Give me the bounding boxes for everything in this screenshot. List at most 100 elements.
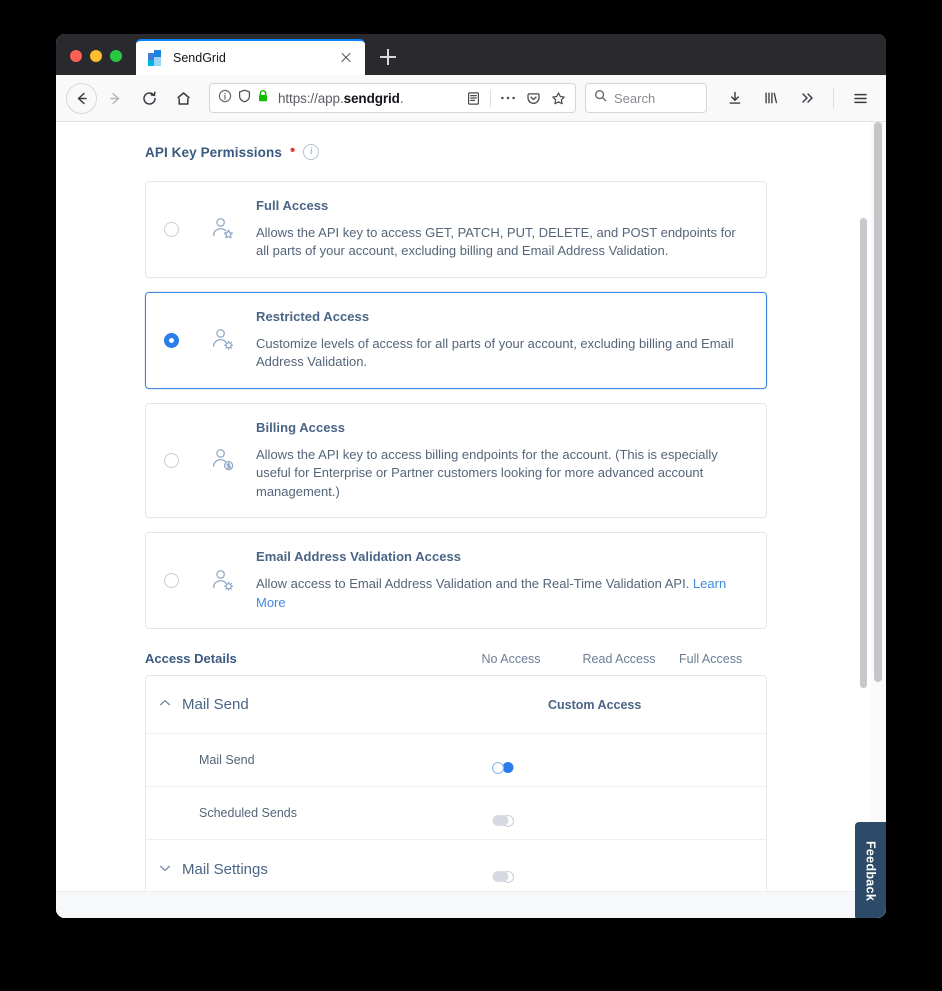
access-row-scheduled-sends: Scheduled Sends — [146, 787, 766, 841]
access-details-title: Access Details — [145, 651, 237, 667]
slider-stop-no-access[interactable] — [502, 762, 514, 774]
access-group-label: Mail Send — [182, 696, 249, 714]
permission-card-list: Full Access Allows the API key to access… — [145, 181, 767, 630]
tab-strip: SendGrid — [56, 34, 886, 75]
url-bar-actions — [462, 86, 569, 110]
feedback-tab-button[interactable]: Feedback — [855, 822, 886, 918]
radio-wrapper[interactable] — [164, 452, 210, 468]
card-description: Customize levels of access for all parts… — [256, 335, 734, 370]
downloads-arrow-icon[interactable] — [719, 82, 751, 114]
bookmark-star-icon[interactable] — [547, 86, 569, 110]
reload-icon[interactable] — [133, 82, 165, 114]
close-window-button[interactable] — [70, 50, 82, 62]
access-group-label: Mail Settings — [182, 860, 268, 878]
search-bar[interactable]: Search — [585, 83, 707, 113]
access-level-column-headers: No Access Read Access Full Access — [457, 652, 767, 666]
card-title: Billing Access — [256, 419, 346, 435]
page-content: API Key Permissions • i Full Access Allo… — [56, 122, 886, 918]
content-scrollbar-thumb[interactable] — [860, 218, 867, 688]
chevron-up-icon[interactable] — [154, 699, 176, 710]
browser-scrollbar-thumb[interactable] — [874, 122, 882, 682]
user-gear-icon — [210, 327, 256, 353]
card-title: Restricted Access — [256, 308, 370, 324]
tracking-protection-shield-icon[interactable] — [238, 89, 251, 108]
card-title: Full Access — [256, 198, 329, 213]
reader-view-icon[interactable] — [462, 86, 484, 110]
info-tooltip-icon[interactable]: i — [303, 144, 320, 160]
card-description: Allows the API key to access billing end… — [256, 446, 718, 499]
page-viewport: API Key Permissions • i Full Access Allo… — [56, 122, 886, 918]
close-tab-icon[interactable] — [337, 49, 355, 67]
column-header-full-access: Full Access — [679, 652, 743, 667]
pocket-icon[interactable] — [522, 86, 544, 110]
url-divider — [490, 89, 491, 107]
access-row-label: Scheduled Sends — [199, 806, 297, 821]
hamburger-menu-icon[interactable] — [844, 82, 876, 114]
library-icon[interactable] — [755, 82, 787, 114]
access-details-table: Mail Send Custom Access Mail Send Schedu… — [145, 675, 767, 900]
custom-access-label: Custom Access — [548, 697, 642, 712]
card-description-text: Allow access to Email Address Validation… — [256, 576, 693, 592]
back-arrow-icon[interactable] — [66, 82, 97, 114]
forward-arrow-icon[interactable] — [99, 82, 131, 114]
card-title: Email Address Validation Access — [256, 549, 462, 565]
required-marker: • — [289, 141, 296, 159]
padlock-icon[interactable] — [257, 89, 269, 108]
toolbar-right-actions — [719, 82, 876, 114]
column-header-no-access: No Access — [481, 652, 541, 667]
radio-email-validation-access[interactable] — [164, 573, 179, 589]
permission-card-email-validation-access[interactable]: Email Address Validation Access Allow ac… — [145, 532, 767, 630]
access-row-label: Mail Send — [199, 753, 255, 768]
chevrons-right-icon[interactable] — [791, 82, 823, 114]
search-icon — [594, 89, 607, 107]
url-bar[interactable]: https://app.sendgrid. — [209, 83, 576, 113]
page-title: API Key Permissions — [145, 144, 282, 160]
access-details-header: Access Details No Access Read Access Ful… — [145, 651, 767, 666]
card-body: Billing Access Allows the API key to acc… — [256, 420, 748, 501]
url-text: https://app.sendgrid. — [278, 90, 404, 106]
maximize-window-button[interactable] — [110, 50, 122, 62]
browser-window: SendGrid https://app.sendgrid. Search AP… — [56, 34, 886, 918]
desktop-backdrop: SendGrid https://app.sendgrid. Search AP… — [0, 0, 942, 991]
card-body: Full Access Allows the API key to access… — [256, 198, 748, 261]
home-icon[interactable] — [167, 82, 199, 114]
sendgrid-favicon-icon — [148, 50, 164, 66]
permission-card-full-access[interactable]: Full Access Allows the API key to access… — [145, 181, 767, 278]
navigation-toolbar: https://app.sendgrid. Search — [56, 75, 886, 122]
section-heading: API Key Permissions • i — [145, 141, 886, 160]
radio-wrapper[interactable] — [164, 332, 210, 348]
card-body: Restricted Access Customize levels of ac… — [256, 309, 748, 372]
user-star-icon — [210, 216, 256, 242]
permission-card-billing-access[interactable]: Billing Access Allows the API key to acc… — [145, 402, 767, 519]
radio-wrapper[interactable] — [164, 221, 210, 237]
permission-card-restricted-access[interactable]: Restricted Access Customize levels of ac… — [145, 291, 767, 389]
card-description: Allows the API key to access GET, PATCH,… — [256, 225, 736, 259]
slider-thumb-full-access[interactable] — [492, 761, 504, 774]
page-footer — [56, 891, 886, 918]
radio-wrapper[interactable] — [164, 573, 210, 589]
minimize-window-button[interactable] — [90, 50, 102, 62]
radio-full-access[interactable] — [164, 221, 179, 237]
user-gear-icon — [210, 568, 256, 594]
access-group-mail-settings[interactable]: Mail Settings — [146, 840, 766, 898]
access-group-status: Custom Access — [478, 698, 748, 712]
slider-stop-full-access[interactable] — [492, 815, 504, 827]
page-actions-ellipsis-icon[interactable] — [497, 86, 519, 110]
radio-billing-access[interactable] — [164, 452, 179, 468]
search-placeholder: Search — [614, 90, 656, 106]
card-description: Allow access to Email Address Validation… — [256, 575, 748, 612]
radio-restricted-access[interactable] — [164, 332, 179, 348]
chevron-down-icon[interactable] — [154, 864, 176, 875]
access-row-mail-send: Mail Send — [146, 734, 766, 788]
info-circle-icon[interactable] — [218, 89, 232, 108]
slider-stop-full-access[interactable] — [492, 871, 504, 883]
window-traffic-lights — [56, 50, 134, 75]
column-header-read-access: Read Access — [582, 652, 656, 667]
new-tab-button[interactable] — [373, 42, 403, 72]
identity-box[interactable] — [218, 89, 269, 108]
access-group-mail-send[interactable]: Mail Send Custom Access — [146, 676, 766, 735]
browser-tab-sendgrid[interactable]: SendGrid — [136, 39, 365, 75]
toolbar-divider — [833, 88, 834, 108]
feedback-label: Feedback — [863, 840, 878, 902]
card-body: Email Address Validation Access Allow ac… — [256, 549, 748, 612]
